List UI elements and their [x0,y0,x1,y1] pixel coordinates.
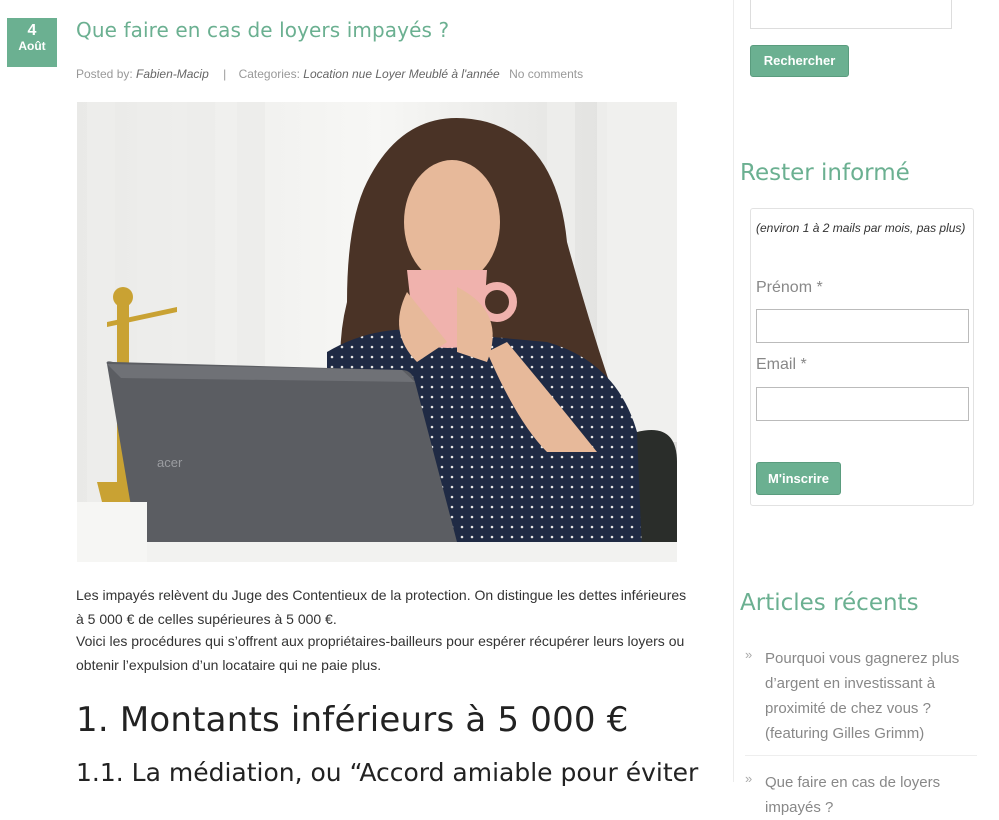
categories-link[interactable]: Location nue Loyer Meublé à l'année [303,67,499,81]
recent-divider [745,755,977,756]
meta-separator: | [223,67,227,81]
post-date-month: Août [18,39,46,53]
intro-paragraph: Les impayés relèvent du Juge des Content… [76,587,687,627]
subscribe-button[interactable]: M'inscrire [756,462,841,495]
email-label: Email * [756,356,807,373]
post-meta: Posted by: Fabien-Macip | Categories: Lo… [76,67,583,81]
sidebar-divider [733,0,734,782]
email-field[interactable] [756,387,969,421]
newsletter-title: Rester informé [740,160,910,186]
post-title[interactable]: Que faire en cas de loyers impayés ? [76,18,449,42]
author-link[interactable]: Fabien-Macip [136,67,209,81]
firstname-field[interactable] [756,309,969,343]
recent-articles-title: Articles récents [740,590,919,616]
featured-image: acer [77,102,677,562]
section-heading: 1. Montants inférieurs à 5 000 € [76,700,629,740]
search-input[interactable] [750,0,952,29]
categories-label: Categories: [238,67,300,81]
svg-text:acer: acer [157,455,183,470]
procedures-paragraph: Voici les procédures qui s’offrent aux p… [76,633,685,673]
list-item: » Que faire en cas de loyers impayés ? [745,770,977,820]
posted-by-label: Posted by: [76,67,133,81]
firstname-label: Prénom * [756,279,823,296]
search-button[interactable]: Rechercher [750,45,849,77]
double-chevron-right-icon: » [745,647,753,662]
newsletter-note: (environ 1 à 2 mails par mois, pas plus) [756,221,966,235]
double-chevron-right-icon: » [745,771,753,786]
recent-article-link[interactable]: Que faire en cas de loyers impayés ? [765,770,977,820]
list-item: » Pourquoi vous gagnerez plus d’argent e… [745,646,977,746]
subsection-heading: 1.1. La médiation, ou “Accord amiable po… [76,758,699,787]
post-date-badge: 4 Août [7,18,57,67]
post-date-day: 4 [27,22,37,39]
comments-link[interactable]: No comments [509,67,583,81]
recent-article-link[interactable]: Pourquoi vous gagnerez plus d’argent en … [765,646,977,746]
